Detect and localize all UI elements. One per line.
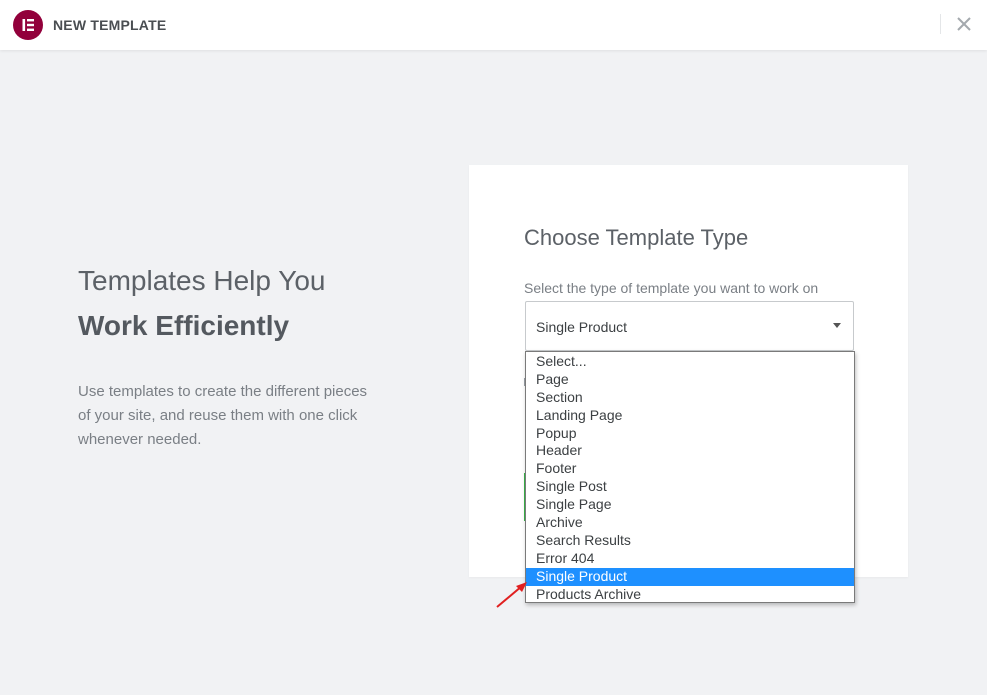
option-error-404[interactable]: Error 404 — [526, 550, 854, 568]
template-type-select[interactable]: Single Product — [525, 301, 854, 351]
option-landing-page[interactable]: Landing Page — [526, 407, 854, 425]
option-single-product[interactable]: Single Product — [526, 567, 854, 586]
option-select[interactable]: Select... — [526, 353, 854, 371]
intro-heading-line1: Templates Help You — [78, 265, 326, 296]
close-icon — [957, 17, 971, 31]
intro-heading-line2: Work Efficiently — [78, 310, 290, 341]
close-button[interactable] — [954, 14, 974, 34]
option-single-page[interactable]: Single Page — [526, 496, 854, 514]
elementor-logo-icon — [13, 10, 43, 40]
top-bar: NEW TEMPLATE — [0, 0, 987, 50]
option-single-post[interactable]: Single Post — [526, 478, 854, 496]
option-section[interactable]: Section — [526, 389, 854, 407]
option-page[interactable]: Page — [526, 371, 854, 389]
select-current-value: Single Product — [536, 319, 628, 335]
option-products-archive[interactable]: Products Archive — [526, 586, 854, 604]
form-title: Choose Template Type — [524, 225, 749, 250]
template-type-label: Select the type of template you want to … — [524, 280, 819, 296]
header-divider — [940, 14, 941, 34]
template-type-options: Select... Page Section Landing Page Popu… — [525, 351, 855, 603]
option-popup[interactable]: Popup — [526, 425, 854, 443]
option-search-results[interactable]: Search Results — [526, 532, 854, 550]
option-header[interactable]: Header — [526, 442, 854, 460]
option-archive[interactable]: Archive — [526, 514, 854, 532]
modal-title: NEW TEMPLATE — [53, 17, 167, 33]
option-footer[interactable]: Footer — [526, 460, 854, 478]
red-arrow-icon — [494, 578, 530, 610]
caret-down-icon — [833, 323, 841, 328]
intro-description: Use templates to create the different pi… — [78, 383, 368, 448]
